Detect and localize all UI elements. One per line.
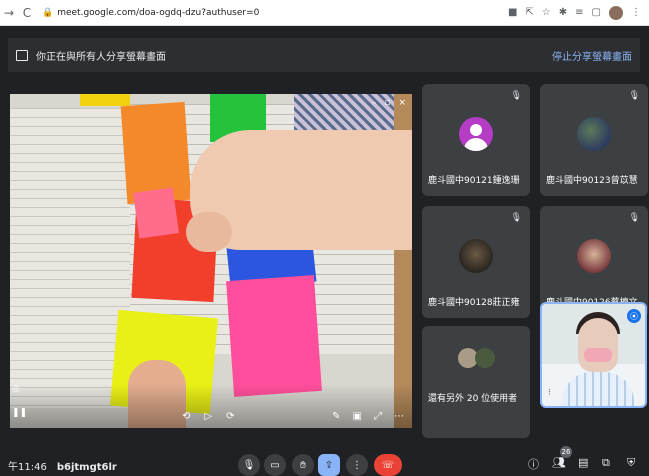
video-icon[interactable]: ■ [508, 7, 517, 18]
share-status-text: 你正在與所有人分享螢幕畫面 [36, 51, 166, 63]
forward-icon[interactable]: → [0, 6, 18, 20]
microphone-button[interactable]: 🎙︎ [238, 454, 260, 476]
avatar [475, 348, 495, 368]
people-icon[interactable]: 👥︎ [552, 456, 566, 469]
mic-off-icon: 🎙︎ [510, 213, 522, 223]
finger [186, 212, 232, 252]
participant-name: 鹿斗國中90128莊正雍 [428, 298, 520, 308]
self-view-tile[interactable]: ⦿ ⁝ [540, 302, 647, 408]
others-tile[interactable]: 還有另外 20 位使用者 [422, 326, 530, 438]
shared-screen: – ▫ × ◎ ❚❚ ⟲ ▷ ⟳ ✎ ▣ ⤢ ⋯ [10, 94, 412, 428]
square-icon[interactable]: ▢ [592, 7, 601, 18]
browser-bar: → C 🔒 meet.google.com/doa-ogdq-dzu?authu… [0, 0, 649, 26]
stop-sharing-button[interactable]: 停止分享螢幕畫面 [552, 48, 632, 63]
window-controls: – ▫ × [372, 98, 406, 108]
play-icon[interactable]: ▷ [204, 411, 212, 422]
more-options-icon[interactable]: ⋯ [394, 411, 404, 422]
restore-icon[interactable]: ▫ [384, 98, 390, 108]
person-head [470, 124, 482, 136]
picture-in-picture-icon[interactable]: ▣ [353, 411, 362, 422]
reload-icon[interactable]: C [18, 6, 36, 20]
pause-icon[interactable]: ❚❚ [12, 408, 27, 418]
yellow-paper-piece [80, 94, 130, 106]
more-menu-icon[interactable]: ⋮ [631, 7, 641, 18]
fast-forward-icon[interactable]: ⟳ [226, 411, 234, 422]
minimize-icon[interactable]: – [372, 98, 377, 108]
record-icon[interactable]: ◎ [12, 384, 27, 394]
info-icon[interactable]: ⓘ [528, 456, 539, 472]
star-icon[interactable]: ☆ [542, 7, 551, 18]
screen-share-banner: 你正在與所有人分享螢幕畫面 停止分享螢幕畫面 [8, 38, 640, 72]
worksheet-paper [10, 108, 130, 408]
speaking-indicator-icon: ⦿ [627, 309, 641, 323]
meeting-time: 午11:46 [8, 462, 47, 473]
more-options-button[interactable]: ⋮ [346, 454, 368, 476]
share-icon[interactable]: ⇱ [525, 7, 533, 18]
mic-off-icon: 🎙︎ [510, 91, 522, 101]
lock-icon[interactable]: 🔒 [42, 8, 53, 18]
others-count-text: 還有另外 20 位使用者 [428, 394, 518, 404]
avatar [459, 117, 493, 151]
avatar [459, 239, 493, 273]
leave-call-button[interactable]: ☏ [374, 454, 402, 476]
player-right-controls: ✎ ▣ ⤢ ⋯ [332, 411, 404, 422]
participant-tile[interactable]: 🎙︎ 鹿斗國中90121鍾逸珊 [422, 84, 530, 196]
participant-name: 鹿斗國中90121鍾逸珊 [428, 176, 520, 186]
shirt-pattern [562, 372, 634, 406]
host-controls-icon[interactable]: ⛨ [627, 456, 635, 470]
rewind-icon[interactable]: ⟲ [182, 411, 190, 422]
avatar [577, 117, 611, 151]
queue-icon[interactable]: ≡ [575, 7, 583, 18]
player-playback-controls: ⟲ ▷ ⟳ [182, 411, 234, 422]
activities-icon[interactable]: ⧉ [602, 456, 610, 470]
participant-name: 鹿斗國中90123曾苡慧 [546, 176, 638, 186]
pink-origami-small [132, 187, 180, 239]
face-mask [584, 348, 612, 362]
url-bar[interactable]: meet.google.com/doa-ogdq-dzu?authuser=0 [57, 8, 259, 18]
raise-hand-button[interactable]: ✋︎ [292, 454, 314, 476]
meeting-code: b6jtmgt6lr [56, 462, 117, 473]
person-body [464, 138, 488, 151]
close-icon[interactable]: × [398, 98, 406, 108]
meeting-info: 午11:46 b6jtmgt6lr [8, 458, 117, 473]
present-icon [16, 49, 28, 61]
player-left-controls: ◎ ❚❚ [12, 384, 27, 418]
camera-button[interactable]: ▭ [264, 454, 286, 476]
pink-origami [226, 275, 322, 397]
present-button[interactable]: ⇪ [318, 454, 340, 476]
participant-tile[interactable]: 🎙︎ 鹿斗國中90128莊正雍 [422, 206, 530, 318]
profile-avatar[interactable] [609, 5, 623, 20]
browser-extension-icons: ■ ⇱ ☆ ✱ ≡ ▢ ⋮ [508, 5, 649, 20]
mic-off-icon: 🎙︎ [628, 91, 640, 101]
fullscreen-icon[interactable]: ⤢ [374, 411, 382, 422]
edit-icon[interactable]: ✎ [332, 411, 340, 422]
tile-options-icon[interactable]: ⁝ [548, 388, 551, 398]
extension-icon[interactable]: ✱ [559, 7, 567, 18]
chat-icon[interactable]: ▤ [578, 456, 588, 469]
avatar [577, 239, 611, 273]
participant-tile[interactable]: 🎙︎ 鹿斗國中90123曾苡慧 [540, 84, 648, 196]
mic-off-icon: 🎙︎ [628, 213, 640, 223]
self-face [578, 318, 618, 372]
